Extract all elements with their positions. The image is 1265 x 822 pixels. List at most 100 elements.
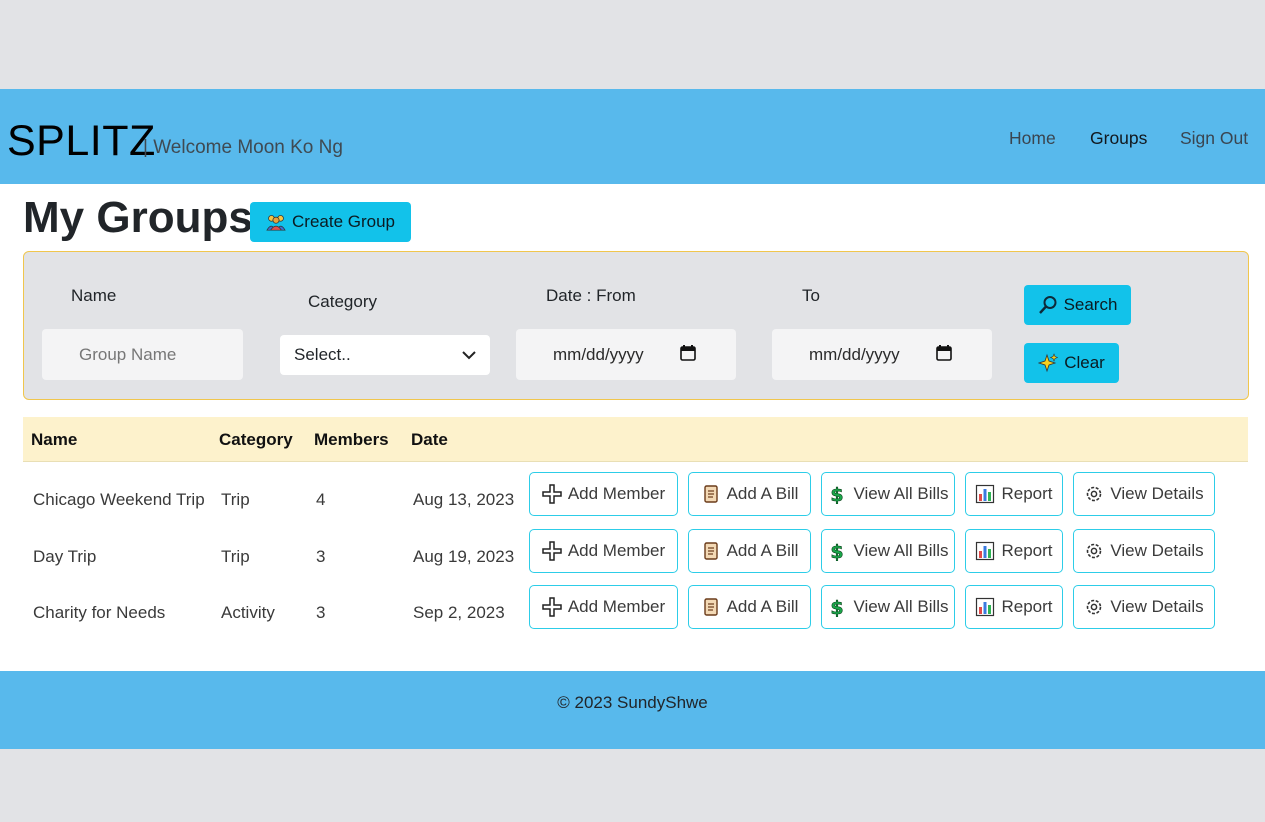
category-label: Category <box>308 292 377 311</box>
welcome-text: | Welcome Moon Ko Ng <box>143 137 343 158</box>
dollar-sign-icon: $ <box>827 484 847 504</box>
calendar-icon[interactable] <box>936 345 952 366</box>
clear-label: Clear <box>1064 353 1105 372</box>
page-title: My Groups <box>23 193 253 242</box>
view-all-bills-label: View All Bills <box>853 541 949 560</box>
add-member-label: Add Member <box>567 484 666 503</box>
cell-name: Chicago Weekend Trip <box>33 490 205 509</box>
view-all-bills-label: View All Bills <box>853 484 949 503</box>
nav-sign-out[interactable]: Sign Out <box>1180 128 1248 149</box>
add-bill-label: Add A Bill <box>726 541 799 560</box>
bar-chart-icon <box>975 484 995 504</box>
cell-members: 4 <box>316 490 326 509</box>
view-all-bills-button[interactable]: $ View All Bills <box>821 585 955 629</box>
plus-icon <box>542 597 562 617</box>
view-all-bills-button[interactable]: $ View All Bills <box>821 472 955 516</box>
view-all-bills-label: View All Bills <box>853 597 949 616</box>
svg-text:$: $ <box>831 597 844 617</box>
brand-logo[interactable]: SPLITZ <box>7 117 156 166</box>
plus-icon <box>542 541 562 561</box>
table-row: Charity for Needs Activity 3 Sep 2, 2023 Add… <box>23 585 1248 641</box>
view-details-button[interactable]: View Details <box>1073 585 1215 629</box>
bar-chart-icon <box>975 597 995 617</box>
report-button[interactable]: Report <box>965 585 1063 629</box>
view-details-label: View Details <box>1110 484 1204 503</box>
gear-icon <box>1084 597 1104 617</box>
footer: © 2023 SundyShwe <box>0 671 1265 749</box>
table-header: Name Category Members Date <box>23 417 1248 462</box>
view-all-bills-button[interactable]: $ View All Bills <box>821 529 955 573</box>
cell-members: 3 <box>316 603 326 622</box>
add-member-label: Add Member <box>567 597 666 616</box>
calendar-icon[interactable] <box>680 345 696 366</box>
add-bill-button[interactable]: Add A Bill <box>688 472 811 516</box>
cell-name: Charity for Needs <box>33 603 166 622</box>
add-member-button[interactable]: Add Member <box>529 529 678 573</box>
category-select[interactable]: Select.. <box>280 335 490 375</box>
search-label: Search <box>1063 295 1118 314</box>
plus-icon <box>542 484 562 504</box>
date-from-input[interactable]: mm/dd/yyyy <box>516 329 736 380</box>
sparkles-icon <box>1038 353 1059 373</box>
page: SPLITZ | Welcome Moon Ko Ng Home Groups … <box>0 89 1265 749</box>
add-bill-button[interactable]: Add A Bill <box>688 529 811 573</box>
date-to-value: mm/dd/yyyy <box>809 344 900 364</box>
header-date: Date <box>411 430 448 449</box>
report-label: Report <box>1001 541 1053 560</box>
search-button[interactable]: Search <box>1024 285 1131 325</box>
dollar-sign-icon: $ <box>827 597 847 617</box>
view-details-label: View Details <box>1110 541 1204 560</box>
add-bill-label: Add A Bill <box>726 597 799 616</box>
cell-date: Sep 2, 2023 <box>413 603 505 622</box>
view-details-label: View Details <box>1110 597 1204 616</box>
category-select-value: Select.. <box>294 345 351 364</box>
cell-members: 3 <box>316 547 326 566</box>
date-from-label: Date : From <box>546 286 636 305</box>
name-label: Name <box>71 286 117 305</box>
create-group-button[interactable]: Create Group <box>250 202 411 242</box>
nav-home[interactable]: Home <box>1009 128 1056 149</box>
group-people-icon <box>266 212 286 232</box>
cell-category: Trip <box>221 490 250 509</box>
table-row: Chicago Weekend Trip Trip 4 Aug 13, 2023 Add… <box>23 472 1248 528</box>
report-button[interactable]: Report <box>965 472 1063 516</box>
group-name-input[interactable]: Group Name <box>42 329 243 380</box>
nav-groups[interactable]: Groups <box>1090 128 1147 149</box>
report-button[interactable]: Report <box>965 529 1063 573</box>
cell-name: Day Trip <box>33 547 97 566</box>
header-members: Members <box>314 430 389 449</box>
header-category: Category <box>219 430 293 449</box>
add-member-button[interactable]: Add Member <box>529 472 678 516</box>
header-name: Name <box>31 430 78 449</box>
scroll-icon <box>701 541 721 561</box>
view-details-button[interactable]: View Details <box>1073 529 1215 573</box>
create-group-label: Create Group <box>292 212 395 231</box>
scroll-icon <box>701 484 721 504</box>
date-to-label: To <box>802 286 820 305</box>
svg-text:$: $ <box>831 541 844 561</box>
scroll-icon <box>701 597 721 617</box>
chevron-down-icon <box>462 345 476 365</box>
copyright-text: © 2023 SundyShwe <box>557 693 708 712</box>
bar-chart-icon <box>975 541 995 561</box>
clear-button[interactable]: Clear <box>1024 343 1119 383</box>
dollar-sign-icon: $ <box>827 541 847 561</box>
date-from-value: mm/dd/yyyy <box>553 344 644 364</box>
gear-icon <box>1084 541 1104 561</box>
cell-date: Aug 19, 2023 <box>413 547 515 566</box>
svg-text:$: $ <box>831 484 844 504</box>
add-member-button[interactable]: Add Member <box>529 585 678 629</box>
gear-icon <box>1084 484 1104 504</box>
cell-date: Aug 13, 2023 <box>413 490 515 509</box>
cell-category: Trip <box>221 547 250 566</box>
date-to-input[interactable]: mm/dd/yyyy <box>772 329 992 380</box>
view-details-button[interactable]: View Details <box>1073 472 1215 516</box>
table-row: Day Trip Trip 3 Aug 19, 2023 Add Member Add A… <box>23 529 1248 585</box>
add-member-label: Add Member <box>567 541 666 560</box>
filter-panel: Name Group Name Category Select.. Date :… <box>23 251 1249 400</box>
add-bill-label: Add A Bill <box>726 484 799 503</box>
report-label: Report <box>1001 484 1053 503</box>
add-bill-button[interactable]: Add A Bill <box>688 585 811 629</box>
cell-category: Activity <box>221 603 275 622</box>
navbar: SPLITZ | Welcome Moon Ko Ng Home Groups … <box>0 89 1265 184</box>
